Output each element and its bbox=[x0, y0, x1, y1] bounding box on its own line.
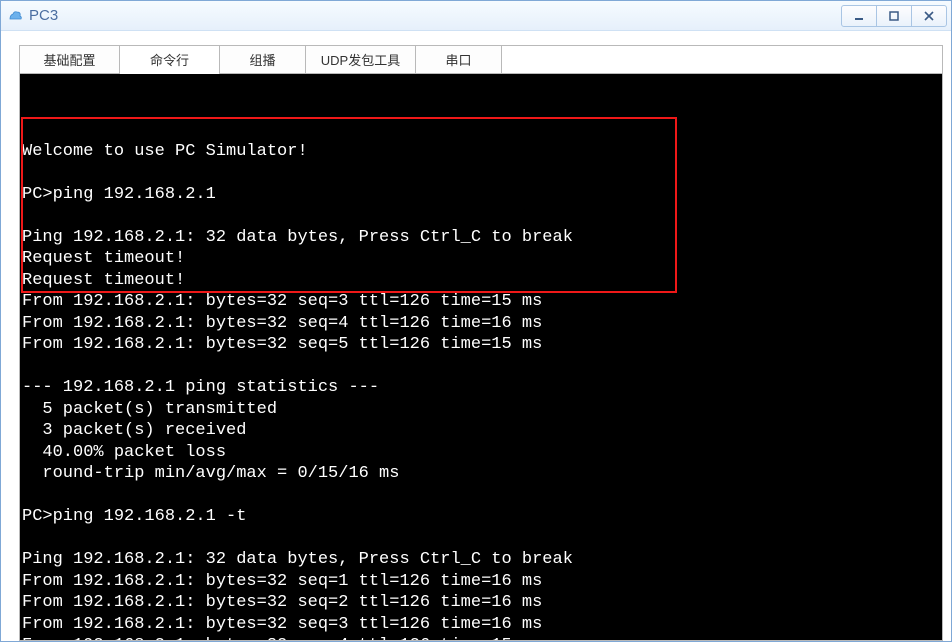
tab-multicast[interactable]: 组播 bbox=[220, 46, 306, 73]
terminal-output[interactable]: Welcome to use PC Simulator! PC>ping 192… bbox=[20, 74, 942, 640]
terminal-line: Welcome to use PC Simulator! bbox=[22, 141, 940, 163]
terminal-line: 40.00% packet loss bbox=[22, 442, 940, 464]
terminal-line: From 192.168.2.1: bytes=32 seq=1 ttl=126… bbox=[22, 571, 940, 593]
terminal-line: 5 packet(s) transmitted bbox=[22, 399, 940, 421]
window-controls bbox=[842, 5, 947, 27]
terminal-line: From 192.168.2.1: bytes=32 seq=4 ttl=126… bbox=[22, 635, 940, 640]
terminal-line bbox=[22, 162, 940, 184]
tab-serial[interactable]: 串口 bbox=[416, 46, 502, 73]
terminal-line: PC>ping 192.168.2.1 bbox=[22, 184, 940, 206]
minimize-button[interactable] bbox=[841, 5, 877, 27]
terminal-line bbox=[22, 205, 940, 227]
title-bar: PC3 bbox=[1, 1, 951, 31]
window-title: PC3 bbox=[29, 7, 58, 24]
main-panel: 基础配置 命令行 组播 UDP发包工具 串口 Welcome to use PC… bbox=[19, 45, 943, 641]
terminal-line: round-trip min/avg/max = 0/15/16 ms bbox=[22, 463, 940, 485]
app-icon bbox=[7, 8, 23, 24]
app-window: PC3 基础配置 命令行 组播 UDP发包工具 串口 Welcome to us… bbox=[0, 0, 952, 642]
tab-strip: 基础配置 命令行 组播 UDP发包工具 串口 bbox=[20, 46, 942, 74]
terminal-line: Request timeout! bbox=[22, 248, 940, 270]
title-left: PC3 bbox=[7, 7, 58, 24]
tab-basic-config[interactable]: 基础配置 bbox=[20, 46, 120, 73]
terminal-line: Request timeout! bbox=[22, 270, 940, 292]
terminal-line bbox=[22, 528, 940, 550]
terminal-line bbox=[22, 356, 940, 378]
terminal-line: From 192.168.2.1: bytes=32 seq=3 ttl=126… bbox=[22, 291, 940, 313]
terminal-line: --- 192.168.2.1 ping statistics --- bbox=[22, 377, 940, 399]
terminal-line: From 192.168.2.1: bytes=32 seq=2 ttl=126… bbox=[22, 592, 940, 614]
terminal-line: From 192.168.2.1: bytes=32 seq=4 ttl=126… bbox=[22, 313, 940, 335]
terminal-line bbox=[22, 485, 940, 507]
terminal-line: Ping 192.168.2.1: 32 data bytes, Press C… bbox=[22, 549, 940, 571]
close-button[interactable] bbox=[911, 5, 947, 27]
terminal-line: 3 packet(s) received bbox=[22, 420, 940, 442]
terminal-line: From 192.168.2.1: bytes=32 seq=3 ttl=126… bbox=[22, 614, 940, 636]
terminal-line: PC>ping 192.168.2.1 -t bbox=[22, 506, 940, 528]
terminal-line: From 192.168.2.1: bytes=32 seq=5 ttl=126… bbox=[22, 334, 940, 356]
tab-command-line[interactable]: 命令行 bbox=[120, 46, 220, 73]
terminal-line: Ping 192.168.2.1: 32 data bytes, Press C… bbox=[22, 227, 940, 249]
maximize-button[interactable] bbox=[876, 5, 912, 27]
tab-udp-tool[interactable]: UDP发包工具 bbox=[306, 46, 416, 73]
